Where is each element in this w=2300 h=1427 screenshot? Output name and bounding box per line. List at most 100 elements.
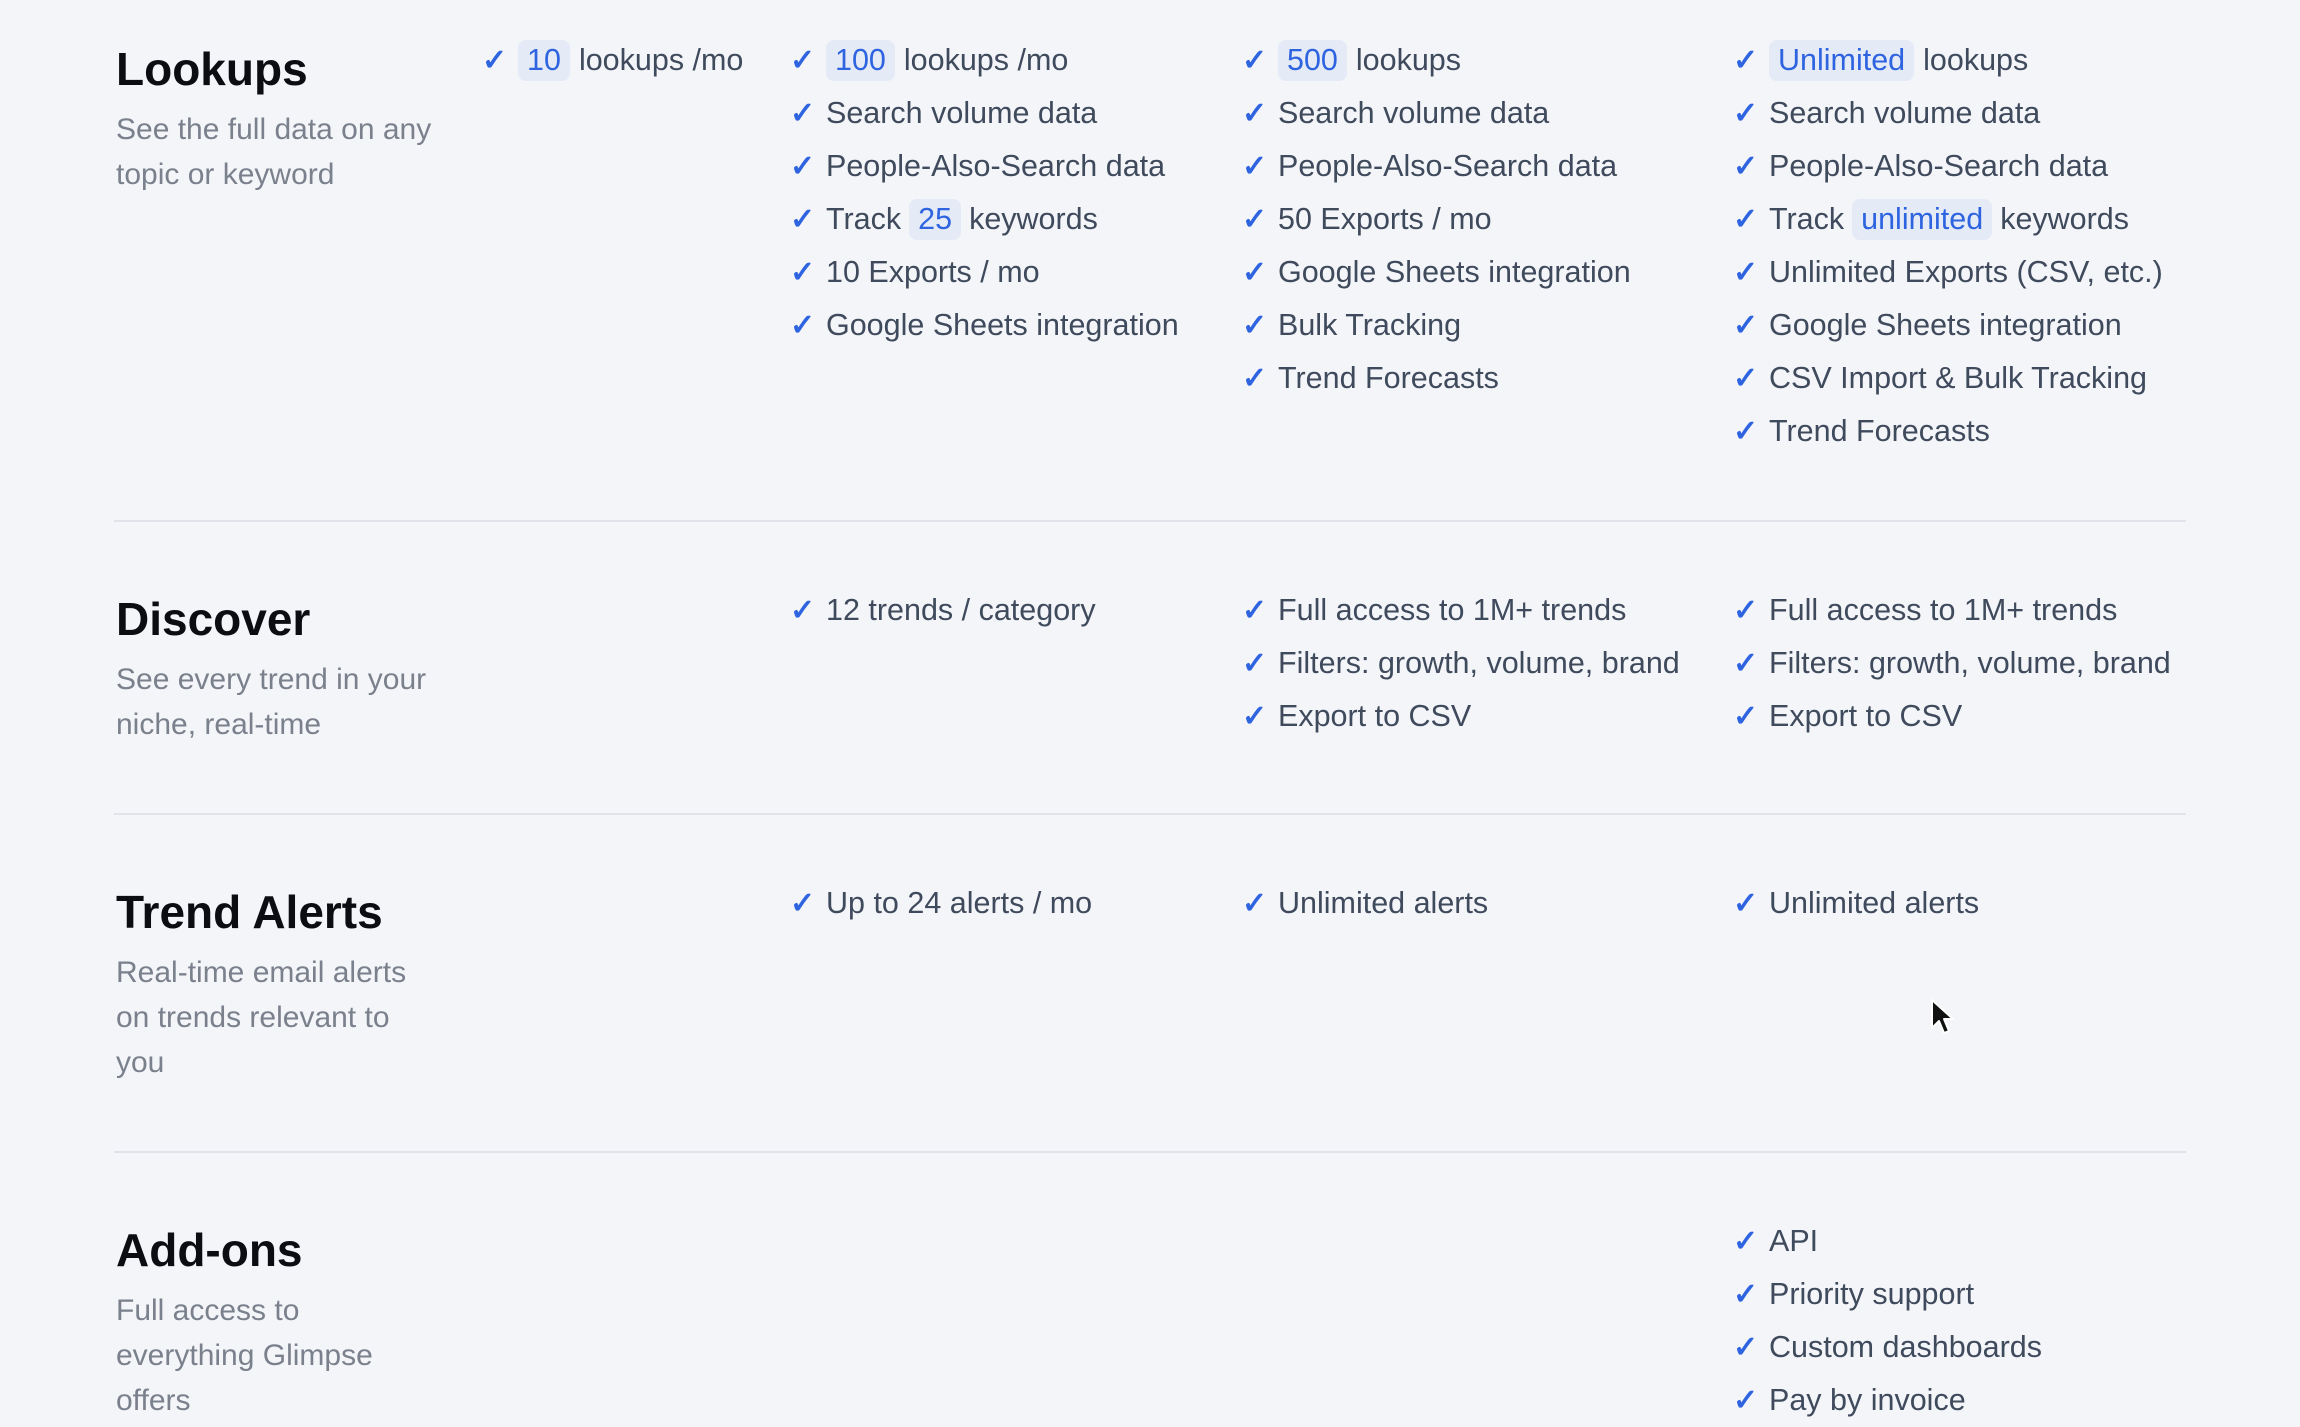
check-icon: ✓ [1733, 308, 1759, 342]
feature-text: lookups /mo [903, 43, 1069, 77]
feature-text: 10 Exports / mo [826, 255, 1040, 289]
mouse-cursor-icon [1931, 999, 1954, 1034]
feature-item: ✓ 10 lookups /mo [482, 34, 743, 87]
check-icon: ✓ [1733, 699, 1759, 733]
feature-text: People-Also-Search data [1769, 149, 2109, 183]
tier-3-discover-list: ✓ Full access to 1M+ trends ✓ Filters: grow… [1242, 584, 1680, 743]
feature-text: lookups [1355, 43, 1462, 77]
check-icon: ✓ [1733, 646, 1759, 680]
tier-4-add-ons-list: ✓ API ✓ Priority support ✓ Custom dashboards ✓… [1733, 1215, 2042, 1427]
feature-item: ✓ Up to 24 alerts / mo [790, 877, 1092, 930]
check-icon: ✓ [790, 593, 816, 627]
feature-item: ✓ Priority support [1733, 1268, 2042, 1321]
check-icon: ✓ [1242, 593, 1268, 627]
feature-text: Google Sheets integration [1278, 255, 1631, 289]
feature-highlight-value: 100 [826, 39, 895, 82]
feature-text: Track [1769, 202, 1845, 236]
check-icon: ✓ [1733, 1330, 1759, 1364]
check-icon: ✓ [1733, 149, 1759, 183]
feature-item: ✓ 12 trends / category [790, 584, 1096, 637]
feature-item: ✓ Full access to 1M+ trends [1242, 584, 1680, 637]
section-title-trend-alerts: Trend Alerts [116, 886, 383, 938]
feature-text: Search volume data [1278, 96, 1550, 130]
tier-2-lookups-list: ✓ 100 lookups /mo ✓ Search volume data ✓ Peopl… [790, 34, 1179, 352]
feature-item: ✓ Unlimited alerts [1733, 877, 1979, 930]
check-icon: ✓ [482, 43, 508, 77]
feature-item: ✓ 500 lookups [1242, 34, 1631, 87]
feature-highlight-value: 10 [518, 39, 570, 82]
check-icon: ✓ [790, 96, 816, 130]
feature-item: ✓ Google Sheets integration [790, 299, 1179, 352]
check-icon: ✓ [790, 202, 816, 236]
feature-text: Up to 24 alerts / mo [826, 886, 1093, 920]
check-icon: ✓ [1733, 255, 1759, 289]
check-icon: ✓ [1242, 202, 1268, 236]
feature-item: ✓ Custom dashboards [1733, 1321, 2042, 1374]
feature-item: ✓ Trend Forecasts [1242, 352, 1631, 405]
feature-text: Export to CSV [1278, 699, 1472, 733]
tier-4-lookups-list: ✓ Unlimited lookups ✓ Search volume data ✓ Peo… [1733, 34, 2163, 458]
feature-item: ✓ Unlimited alerts [1242, 877, 1488, 930]
feature-item: ✓ Search volume data [790, 87, 1179, 140]
section-desc-add-ons: Full access to everything Glimpse offers [116, 1294, 373, 1417]
feature-item: ✓ Unlimited lookups [1733, 34, 2163, 87]
feature-text: API [1769, 1224, 1819, 1258]
feature-text: Full access to 1M+ trends [1278, 593, 1627, 627]
section-title-lookups: Lookups [116, 43, 308, 95]
feature-text: Trend Forecasts [1278, 361, 1499, 395]
feature-item: ✓ Track 25 keywords [790, 193, 1179, 246]
check-icon: ✓ [790, 43, 816, 77]
feature-item: ✓ Full access to 1M+ trends [1733, 584, 2171, 637]
feature-item: ✓ Bulk Tracking [1242, 299, 1631, 352]
feature-item: ✓ Export to CSV [1242, 690, 1680, 743]
feature-item: ✓ Search volume data [1242, 87, 1631, 140]
check-icon: ✓ [790, 255, 816, 289]
section-desc-trend-alerts: Real-time email alerts on trends relevan… [116, 956, 407, 1079]
check-icon: ✓ [1733, 886, 1759, 920]
feature-item: ✓ People-Also-Search data [790, 140, 1179, 193]
section-divider [114, 813, 2186, 815]
check-icon: ✓ [1733, 96, 1759, 130]
feature-text: lookups [1923, 43, 2029, 77]
feature-text: keywords [2000, 202, 2130, 236]
section-title-add-ons: Add-ons [116, 1224, 303, 1276]
check-icon: ✓ [1733, 361, 1759, 395]
check-icon: ✓ [790, 149, 816, 183]
feature-text: 12 trends / category [826, 593, 1096, 627]
section-desc-lookups: See the full data on any topic or keywor… [116, 113, 432, 191]
feature-text: Search volume data [1769, 96, 2041, 130]
feature-highlight-value: Unlimited [1769, 39, 1915, 82]
feature-highlight-value: 500 [1278, 39, 1347, 82]
feature-text: Google Sheets integration [1769, 308, 2122, 342]
feature-item: ✓ Filters: growth, volume, brand [1733, 637, 2171, 690]
feature-item: ✓ CSV Import & Bulk Tracking [1733, 352, 2163, 405]
tier-2-discover-list: ✓ 12 trends / category [790, 584, 1096, 637]
tier-3-trend-alerts-list: ✓ Unlimited alerts [1242, 877, 1488, 930]
feature-text: Unlimited alerts [1769, 886, 1980, 920]
tier-2-trend-alerts-list: ✓ Up to 24 alerts / mo [790, 877, 1092, 930]
check-icon: ✓ [1733, 43, 1759, 77]
tier-4-discover-list: ✓ Full access to 1M+ trends ✓ Filters: grow… [1733, 584, 2171, 743]
feature-text: Unlimited Exports (CSV, etc.) [1769, 255, 2163, 289]
feature-highlight-value: unlimited [1852, 198, 1993, 241]
feature-item: ✓ API [1733, 1215, 2042, 1268]
tier-1-lookups-list: ✓ 10 lookups /mo [482, 34, 743, 87]
feature-text: keywords [969, 202, 1098, 236]
check-icon: ✓ [1242, 96, 1268, 130]
feature-item: ✓ People-Also-Search data [1733, 140, 2163, 193]
feature-item: ✓ 100 lookups /mo [790, 34, 1179, 87]
tier-4-trend-alerts-list: ✓ Unlimited alerts [1733, 877, 1979, 930]
feature-text: Filters: growth, volume, brand [1278, 646, 1680, 680]
feature-item: ✓ Search volume data [1733, 87, 2163, 140]
feature-item: ✓ Google Sheets integration [1242, 246, 1631, 299]
check-icon: ✓ [1733, 1224, 1759, 1258]
check-icon: ✓ [1242, 308, 1268, 342]
check-icon: ✓ [1242, 255, 1268, 289]
check-icon: ✓ [1733, 593, 1759, 627]
feature-item: ✓ Pay by invoice [1733, 1374, 2042, 1427]
feature-text: Track [826, 202, 902, 236]
feature-text: Custom dashboards [1769, 1330, 2042, 1364]
feature-text: Export to CSV [1769, 699, 1963, 733]
feature-text: People-Also-Search data [826, 149, 1166, 183]
feature-text: Bulk Tracking [1278, 308, 1462, 342]
